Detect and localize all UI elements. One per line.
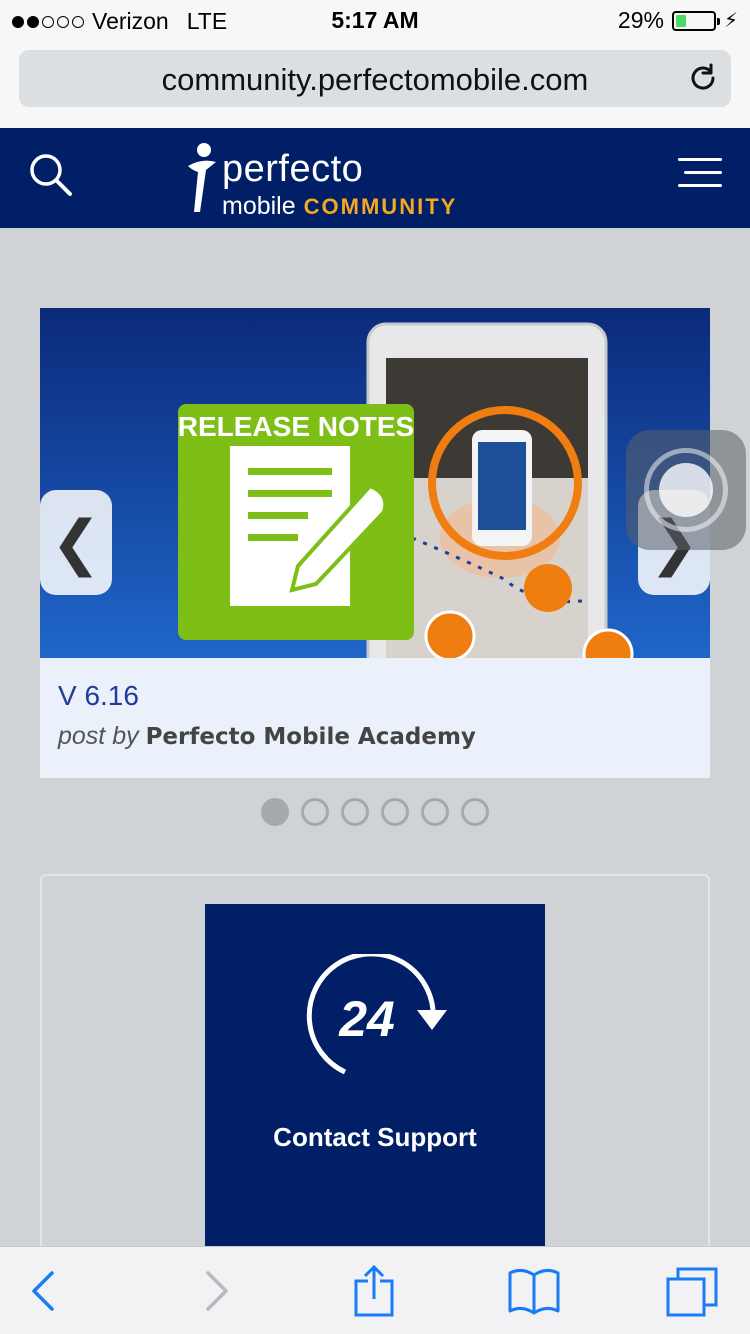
slide-author[interactable]: Perfecto Mobile Academy xyxy=(146,724,476,750)
hamburger-menu-icon[interactable] xyxy=(678,158,722,190)
address-bar-area: community.perfectomobile.com xyxy=(0,40,750,128)
carousel-prev-button[interactable]: ❮ xyxy=(40,490,112,595)
status-bar: Verizon LTE 5:17 AM 29% ⚡ xyxy=(0,0,750,40)
release-notes-banner: RELEASE NOTES xyxy=(40,308,710,658)
slide-caption[interactable]: V 6.16 post by Perfecto Mobile Academy xyxy=(40,658,710,778)
logo-wordmark: perfecto xyxy=(222,148,364,190)
pagination-dot[interactable] xyxy=(461,798,489,826)
24-hour-support-icon: 24 xyxy=(306,954,447,1075)
logo-subtitle: mobile COMMUNITY xyxy=(222,192,457,221)
svg-text:RELEASE NOTES: RELEASE NOTES xyxy=(178,411,414,442)
pagination-dot[interactable] xyxy=(301,798,329,826)
carousel-pagination xyxy=(0,798,750,826)
assistive-touch-core xyxy=(659,463,713,517)
slide-title[interactable]: V 6.16 xyxy=(58,680,692,712)
pagination-dot[interactable] xyxy=(341,798,369,826)
perfecto-logo[interactable]: perfecto mobile COMMUNITY xyxy=(182,140,512,222)
back-icon[interactable] xyxy=(18,1265,74,1317)
contact-support-label: Contact Support xyxy=(273,1122,477,1152)
share-icon[interactable] xyxy=(346,1265,402,1317)
battery-level xyxy=(675,14,687,27)
chevron-left-icon: ❮ xyxy=(50,508,102,576)
pagination-dot[interactable] xyxy=(421,798,449,826)
logo-mobile: mobile xyxy=(222,192,296,220)
site-header: perfecto mobile COMMUNITY xyxy=(0,128,750,228)
featured-carousel[interactable]: RELEASE NOTES V 6.16 post by Perfecto Mo… xyxy=(40,308,710,778)
svg-text:24: 24 xyxy=(338,991,395,1047)
slide-meta: post by Perfecto Mobile Academy xyxy=(58,722,692,751)
logo-figure-icon xyxy=(188,143,216,212)
battery-info: 29% ⚡ xyxy=(618,7,738,34)
battery-icon xyxy=(671,10,720,31)
reload-icon[interactable] xyxy=(687,62,719,94)
url-text[interactable]: community.perfectomobile.com xyxy=(19,62,731,98)
forward-icon[interactable] xyxy=(186,1265,242,1317)
logo-community: COMMUNITY xyxy=(303,194,458,219)
battery-percent: 29% xyxy=(617,7,664,33)
bookmarks-icon[interactable] xyxy=(506,1265,562,1317)
tabs-icon[interactable] xyxy=(664,1265,720,1317)
search-icon[interactable] xyxy=(26,150,76,200)
browser-toolbar xyxy=(0,1246,750,1334)
pagination-dot[interactable] xyxy=(261,798,289,826)
charging-icon: ⚡ xyxy=(723,10,738,32)
address-bar[interactable]: community.perfectomobile.com xyxy=(19,50,731,107)
post-by-label: post by xyxy=(58,722,139,750)
contact-support-tile[interactable]: 24 Contact Support xyxy=(205,904,545,1264)
assistive-touch-button[interactable] xyxy=(626,430,746,550)
pagination-dot[interactable] xyxy=(381,798,409,826)
